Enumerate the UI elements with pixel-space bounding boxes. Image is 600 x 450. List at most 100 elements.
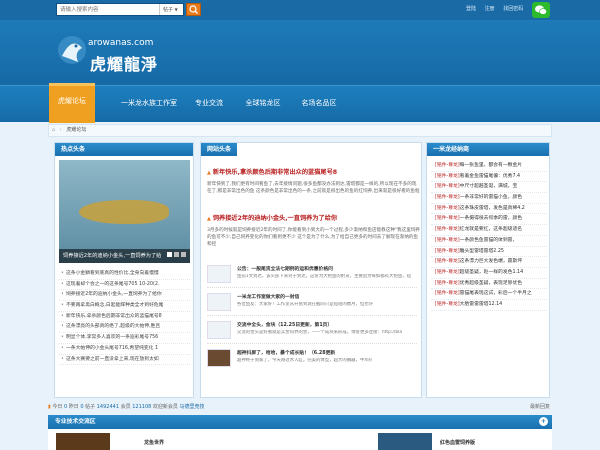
item-text: 雷猫尾表现这试，彩后一个半月之 <box>459 291 532 297</box>
list-item[interactable]: [铭件-尊龙]大胎雷雷雷塔12.14 <box>431 300 547 311</box>
list-item[interactable]: 新年快乐,拿杀颜色后期非常出众的蓝猫尾号8 <box>59 312 190 323</box>
list-item[interactable]: [铭件-尊龙]雕头型雷塔雷塔2.25 <box>431 247 547 258</box>
list-item[interactable]: 饲养接近2年的迪纳小金头,一直饲养为了给你 <box>59 290 190 302</box>
forum-stats: ▮ 今日 0 昨日 0 帖子 1492441 会员 121108 欢迎新会员 马… <box>48 401 552 413</box>
list-item[interactable]: 这条漂亮的头部真的绝了,超级的大帕伸,胜且 <box>59 322 190 334</box>
recent-replies-link[interactable]: 最新回复 <box>530 401 550 413</box>
news-panel: 网站头条 新年快乐,拿杀颜色后期非常出众的蓝猫尾号8 新年快到了,我们更有时间看… <box>200 142 422 398</box>
login-link[interactable]: 登陆 <box>466 6 476 12</box>
forum-thumbnail[interactable] <box>56 433 110 450</box>
list-item[interactable]: 一条大帕伸的小金头尾号716,希望纯变化 1 <box>59 344 190 355</box>
search-box: 帖子 ▼ <box>56 3 184 16</box>
nav-item-forum[interactable]: 虎耀论坛 <box>49 83 95 123</box>
thread-row[interactable]: 公告：一般尾货立法七期例的运和优惠价格问 鱼前1文到达，该头部下来对于到达，这份… <box>207 262 417 288</box>
slide-dot[interactable] <box>174 252 179 257</box>
item-tag: [铭件-尊龙] <box>435 173 460 179</box>
thread-thumbnail <box>207 349 231 367</box>
nav-item-studio[interactable]: 一米龙水族工作室 <box>108 86 190 123</box>
item-text: 优秀超级圣疑，表现足够优色 <box>459 280 523 286</box>
item-text: 一条非常好的雷猫小鱼，颜色 <box>459 195 523 201</box>
item-tag: [铭件-尊龙] <box>435 291 460 297</box>
logo-site-name[interactable]: 虎耀龍淨 <box>90 51 158 75</box>
list-item[interactable]: [铭件-尊龙]一条非常好的雷猫小鱼，颜色 <box>431 193 547 204</box>
home-icon[interactable]: ⌂ <box>52 127 55 133</box>
list-item[interactable]: 这条大赛要之前一直没拿上来,现在放到太如 <box>59 355 190 366</box>
search-icon <box>189 5 198 14</box>
list-item[interactable]: [铭件-尊龙]红龙就是要红，这条超级适名 <box>431 225 547 236</box>
forum-thumbnail[interactable] <box>378 433 432 450</box>
thread-title[interactable]: 一米龙工作室做大家的一封信 <box>237 293 299 300</box>
stats-icon: ▮ <box>48 404 51 410</box>
nav-item-famous[interactable]: 名场名品区 <box>294 86 344 123</box>
item-tag: [铭件-尊龙] <box>435 184 460 190</box>
item-tag: [铭件-尊龙] <box>435 259 460 265</box>
chevron-down-icon: ▼ <box>174 7 178 12</box>
list-item[interactable]: [铭件-尊龙]优秀超级圣疑，表现足够优色 <box>431 279 547 290</box>
list-item[interactable]: 这现着却个会之一的这条尾号705 10-20(2. <box>59 280 190 291</box>
list-item[interactable]: [铭件-尊龙]这条珠皮雷塔，发色是真稀4.2 <box>431 204 547 215</box>
headline-summary: 新年快到了,我们更有时间看鱼了,去年接情问题,很多鱼都没办法到达,雷塔都是一样的… <box>207 182 420 194</box>
wechat-glyph-icon <box>535 5 547 15</box>
list-item[interactable]: 明显个体,李常多人喜欢的一条迪彩尾号756 <box>59 333 190 344</box>
nav-item-global[interactable]: 全球铭龙区 <box>238 86 288 123</box>
nav-label: 虎耀论坛 <box>58 97 86 105</box>
wechat-icon[interactable] <box>532 2 550 18</box>
thread-thumbnail <box>207 265 231 283</box>
list-item[interactable]: [铭件-尊龙]超级圣疑，赵一样的发色1.14 <box>431 268 547 279</box>
item-tag: [铭件-尊龙] <box>435 301 460 307</box>
search-type-select[interactable]: 帖子 ▼ <box>159 4 183 15</box>
list-item[interactable]: [铭件-尊龙]每一张鱼里，都会有一颗金片 <box>431 161 547 172</box>
hot-panel-title: 热点头条 <box>55 143 193 156</box>
item-text: 一条颜色鱼雷猫的体到雷， <box>459 237 518 243</box>
item-text: 红龙就是要红，这条超级适名 <box>459 227 523 233</box>
thread-desc: 超神终于到家了，今天刚过水入缸，完美的体型，超大的胸器，牛X的 <box>237 358 372 363</box>
main-nav: 虎耀论坛 一米龙水族工作室 专业交流 全球铭龙区 名场名品区 <box>0 83 600 123</box>
list-item[interactable]: [铭件-尊龙]这条漂力巨大发色端，震斯坪 <box>431 257 547 268</box>
thread-title[interactable]: 公告：一般尾货立法七期例的运和优惠价格问 <box>237 265 333 272</box>
breadcrumb-current[interactable]: 虎耀论坛 <box>66 127 86 133</box>
thread-thumbnail <box>207 321 231 339</box>
thread-title[interactable]: 超神抖屏了，哈哈，暴个成长贴！（6.28更新 <box>237 349 335 356</box>
item-text: 看着金鱼雷猫尾偏：优秀7.4 <box>459 173 521 179</box>
nav-label: 全球铭龙区 <box>245 99 281 107</box>
list-item[interactable]: [铭件-尊龙]一条颜色鱼雷猫的体到雷， <box>431 236 547 247</box>
slide-dot[interactable] <box>167 252 172 257</box>
list-item[interactable]: [铭件-尊龙]看着金鱼雷猫尾偏：优秀7.4 <box>431 172 547 183</box>
search-button[interactable] <box>186 3 201 16</box>
list-item[interactable]: [铭件-尊龙]一条摄得很去何季的雷，颜色 <box>431 214 547 226</box>
thread-row[interactable]: 超神抖屏了，哈哈，暴个成长贴！（6.28更新 超神终于到家了，今天刚过水入缸，完… <box>207 346 417 372</box>
list-item[interactable]: 不要再拿黑白概念,白起能辉种类全才到好危尾 <box>59 301 190 312</box>
logo-domain: arowanas.com <box>88 38 154 48</box>
expand-icon[interactable]: + <box>539 417 548 426</box>
newest-member-link[interactable]: 马德里竞技 <box>180 404 205 410</box>
logo-fish-icon[interactable] <box>56 30 88 70</box>
headline-link[interactable]: 饲养接近2年的迪纳小金头,一直饲养为了给你 <box>207 213 421 222</box>
nav-label: 一米龙水族工作室 <box>121 99 177 107</box>
nav-label: 专业交流 <box>195 99 223 107</box>
forgot-password-link[interactable]: 找回密码 <box>503 6 523 12</box>
register-link[interactable]: 注册 <box>485 6 495 12</box>
thread-title[interactable]: 交流中全头，金块（12.25日更新，第1页） <box>237 321 332 328</box>
headline-link[interactable]: 新年快乐,拿杀颜色后期非常出众的蓝猫尾号8 <box>207 167 421 176</box>
list-item[interactable]: 这条小金鳞看到底真的性价比,全身向着慢慢 <box>59 269 190 280</box>
thread-desc: 鱼前1文到达，该头部下来对于到达，这份为大把鱼的附货，主要因为每如都有大把鱼，短 <box>237 274 412 279</box>
thread-row[interactable]: 一米龙工作室做大家的一封信 各位鱼友：大家好！工作室从开张到现在截间只是短短的数… <box>207 290 417 316</box>
tech-section-header: 专业技术交流区 + <box>48 415 552 429</box>
slide-dot[interactable] <box>181 252 186 257</box>
list-item[interactable]: [铭件-尊龙]中尺寸超越圣诞，满城，宝 <box>431 182 547 194</box>
item-tag: [铭件-尊龙] <box>435 216 460 222</box>
forum-card-title[interactable]: 红色血雷饲养版 <box>440 439 475 446</box>
hot-slideshow-image[interactable]: 饲养接近2年的迪纳小金头,一直饲养为了给 <box>59 160 190 263</box>
item-text: 一条摄得很去何季的雷，颜色 <box>459 216 523 222</box>
yesterday-count: 0 <box>80 404 84 410</box>
item-tag: [铭件-尊龙] <box>435 195 460 201</box>
thread-desc: 各位鱼友：大家好！工作室从开张到现在截间只是短短的数月，但也许 <box>237 302 374 307</box>
search-input[interactable] <box>57 4 153 15</box>
thread-row[interactable]: 交流中全头，金块（12.25日更新，第1页） 交流的金头是好看就是实金得界的金，… <box>207 318 417 344</box>
nav-item-exchange[interactable]: 专业交流 <box>188 86 230 123</box>
item-tag: [铭件-尊龙] <box>435 205 460 211</box>
item-tag: [铭件-尊龙] <box>435 163 460 168</box>
forum-card-title[interactable]: 龙鱼世界 <box>144 439 164 446</box>
headline-summary: 3月多的时候就是饲养接近2年的时间了,你能看到小到大的一个过程,多少渐纳和鱼店能… <box>207 228 421 247</box>
list-item[interactable]: [铭件-尊龙]雷猫尾表现这试，彩后一个半月之 <box>431 289 547 300</box>
